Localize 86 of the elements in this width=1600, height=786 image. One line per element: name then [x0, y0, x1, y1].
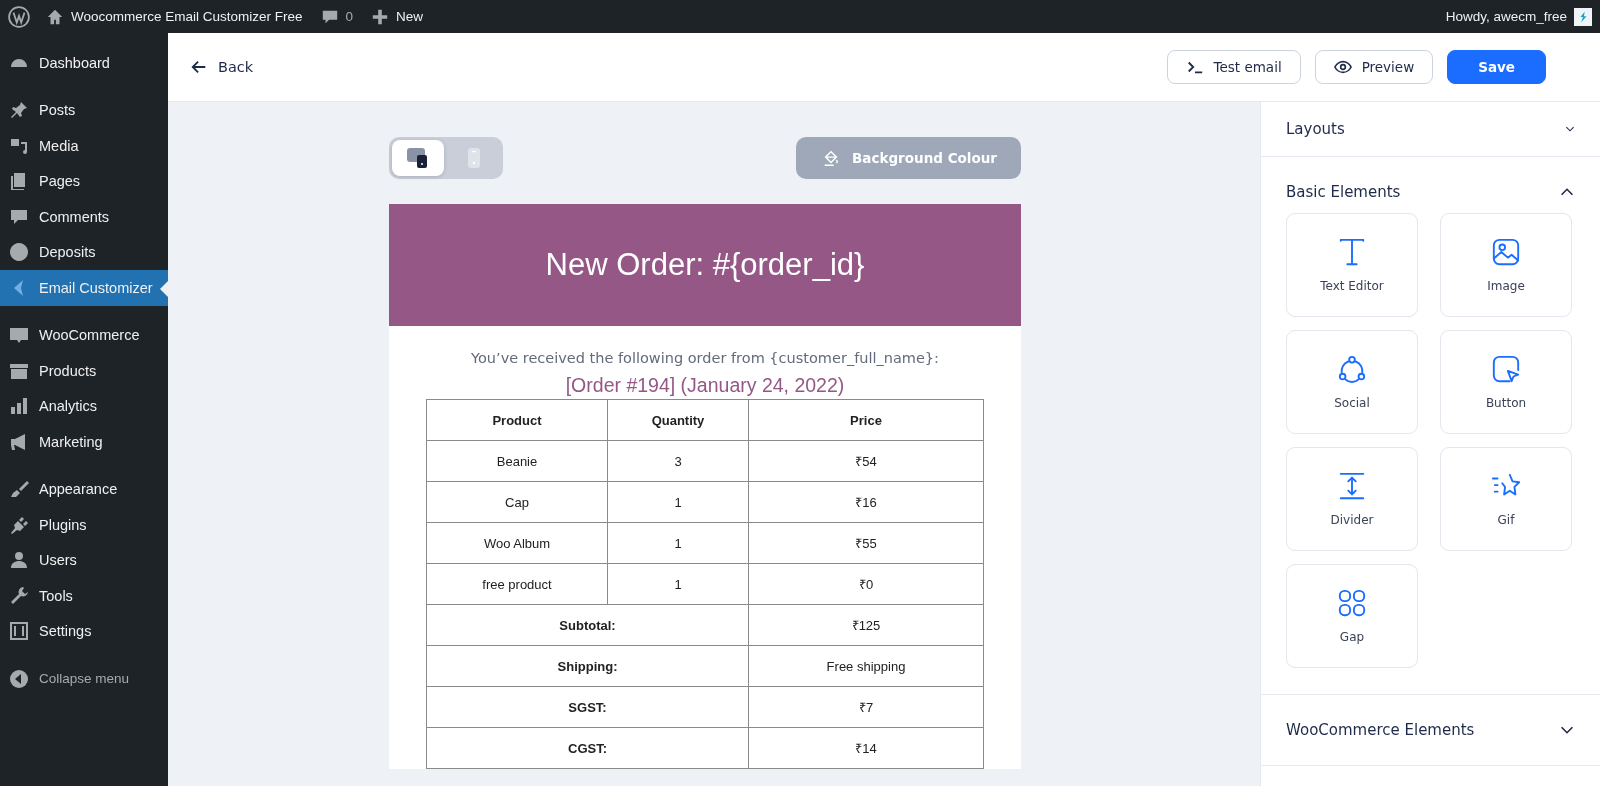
- eye-icon: [1333, 58, 1352, 76]
- table-cell: ₹7: [748, 686, 984, 728]
- user-icon: [9, 550, 29, 571]
- sidebar-item[interactable]: Analytics: [0, 388, 168, 424]
- wordpress-logo-icon[interactable]: [8, 5, 30, 28]
- wrench-icon: [9, 585, 29, 606]
- order-title: [Order #194] (January 24, 2022): [564, 374, 846, 397]
- back-link[interactable]: Back: [190, 58, 254, 76]
- collapse-icon: [9, 668, 29, 689]
- table-cell: 1: [607, 563, 749, 605]
- table-cell: free product: [426, 563, 608, 605]
- table-cell: Free shipping: [748, 645, 984, 687]
- greeting: Howdy, awecm_free: [1445, 9, 1567, 24]
- table-cell: 3: [607, 440, 749, 482]
- table-cell: ₹0: [748, 563, 984, 605]
- intro-text: You’ve received the following order from {customer_full_name}:: [470, 350, 940, 366]
- save-button[interactable]: Save: [1447, 50, 1546, 84]
- element-tile[interactable]: Gif: [1440, 447, 1572, 551]
- table-cell: 1: [607, 481, 749, 523]
- avatar-icon: [1574, 7, 1592, 26]
- element-tile[interactable]: Image: [1440, 213, 1572, 317]
- column-header: Price: [748, 399, 984, 441]
- table-cell: ₹14: [748, 727, 984, 769]
- sidebar-item[interactable]: WooCommerce: [0, 317, 168, 353]
- sidebar-item[interactable]: Deposits: [0, 234, 168, 270]
- total-label: Subtotal:: [426, 604, 749, 646]
- sidebar-item[interactable]: Plugins: [0, 507, 168, 543]
- table-cell: 1: [607, 522, 749, 564]
- divider-icon: [1337, 471, 1367, 501]
- plus-icon: [371, 7, 390, 26]
- account-link[interactable]: Howdy, awecm_free: [1445, 7, 1592, 26]
- element-tile[interactable]: Divider: [1286, 447, 1418, 551]
- share-icon: [1337, 354, 1367, 384]
- plug-icon: [9, 514, 29, 535]
- element-tile[interactable]: Social: [1286, 330, 1418, 434]
- table-cell: ₹16: [748, 481, 984, 523]
- total-label: SGST:: [426, 686, 749, 728]
- sidebar-item[interactable]: Email Customizer: [0, 270, 168, 306]
- active-pointer-icon: [160, 281, 168, 297]
- comments-link[interactable]: 0: [320, 7, 354, 26]
- desktop-view-button[interactable]: [392, 140, 444, 176]
- sidebar-item[interactable]: Marketing: [0, 424, 168, 460]
- site-title-link[interactable]: Woocommerce Email Customizer Free: [46, 7, 303, 26]
- section-header[interactable]: WooCommerce Elements: [1286, 695, 1576, 765]
- test-email-button[interactable]: Test email: [1166, 50, 1301, 84]
- table-cell: ₹125: [748, 604, 984, 646]
- sidebar-item[interactable]: Products: [0, 353, 168, 389]
- table-cell: Beanie: [426, 440, 608, 482]
- total-label: Shipping:: [426, 645, 749, 687]
- preview-button[interactable]: Preview: [1314, 50, 1434, 84]
- table-cell: ₹54: [748, 440, 984, 482]
- sidebar-item[interactable]: Settings: [0, 613, 168, 649]
- cursor-click-icon: [1491, 354, 1521, 384]
- sidebar-item[interactable]: Dashboard: [0, 45, 168, 81]
- letter-t-icon: [1337, 237, 1367, 267]
- comment-count: 0: [345, 9, 354, 24]
- home-icon: [46, 7, 64, 26]
- paint-bucket-icon: [822, 149, 841, 167]
- sidebar-item[interactable]: Comments: [0, 199, 168, 235]
- column-header: Quantity: [607, 399, 749, 441]
- sidebar-item[interactable]: Media: [0, 128, 168, 164]
- column-header: Product: [426, 399, 608, 441]
- arrow-left-icon: [190, 58, 208, 76]
- table-cell: ₹55: [748, 522, 984, 564]
- desktop-monitor-icon: [406, 146, 430, 170]
- sidebar-item[interactable]: Pages: [0, 163, 168, 199]
- sidebar-item[interactable]: Posts: [0, 92, 168, 128]
- site-title: Woocommerce Email Customizer Free: [71, 9, 303, 24]
- image-icon: [1491, 237, 1521, 267]
- collapse-menu-button[interactable]: Collapse menu: [0, 661, 168, 697]
- table-cell: Cap: [426, 481, 608, 523]
- sidebar-item[interactable]: Users: [0, 542, 168, 578]
- element-tile[interactable]: Text Editor: [1286, 213, 1418, 317]
- sidebar-item[interactable]: Tools: [0, 578, 168, 614]
- element-tile[interactable]: Gap: [1286, 564, 1418, 668]
- new-content-link[interactable]: New: [371, 7, 424, 26]
- email-heading: New Order: #{order_id}: [545, 247, 865, 283]
- sidebar-item[interactable]: Appearance: [0, 471, 168, 507]
- new-label: New: [396, 9, 424, 24]
- pin-icon: [9, 100, 29, 121]
- grid-icon: [1337, 588, 1367, 618]
- brush-icon: [9, 479, 29, 500]
- table-cell: Woo Album: [426, 522, 608, 564]
- bar-chart-icon: [9, 396, 29, 417]
- total-label: CGST:: [426, 727, 749, 769]
- element-tile[interactable]: Button: [1440, 330, 1572, 434]
